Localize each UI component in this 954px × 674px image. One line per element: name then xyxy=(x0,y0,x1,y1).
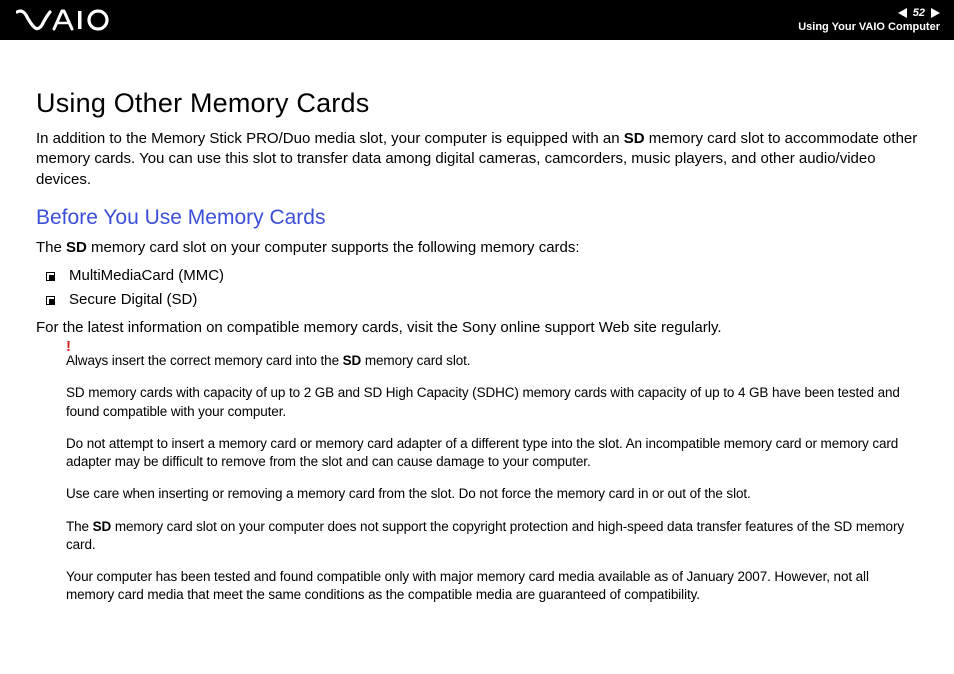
bullet-icon xyxy=(46,296,55,305)
intro-paragraph: In addition to the Memory Stick PRO/Duo … xyxy=(36,129,918,190)
text: memory card slot. xyxy=(361,353,470,368)
list-item: MultiMediaCard (MMC) xyxy=(46,264,918,288)
support-paragraph: The SD memory card slot on your computer… xyxy=(36,238,918,258)
warning-text: SD memory cards with capacity of up to 2… xyxy=(66,384,918,420)
text-bold: SD xyxy=(66,239,87,256)
content-area: Using Other Memory Cards In addition to … xyxy=(0,40,954,604)
next-page-icon[interactable] xyxy=(931,8,940,18)
text: memory card slot on your computer does n… xyxy=(66,519,904,552)
memory-card-list: MultiMediaCard (MMC) Secure Digital (SD) xyxy=(36,264,918,312)
warning-icon: ! xyxy=(66,338,71,355)
text-bold: SD xyxy=(93,519,112,534)
warning-text: The SD memory card slot on your computer… xyxy=(66,518,918,554)
header-right: 52 Using Your VAIO Computer xyxy=(798,7,940,33)
warning-text: Your computer has been tested and found … xyxy=(66,568,918,604)
warning-text: Do not attempt to insert a memory card o… xyxy=(66,435,918,471)
text-bold: SD xyxy=(343,353,362,368)
text: Always insert the correct memory card in… xyxy=(66,353,343,368)
text: memory card slot on your computer suppor… xyxy=(87,239,580,256)
latest-info-paragraph: For the latest information on compatible… xyxy=(36,318,918,338)
text: In addition to the Memory Stick PRO/Duo … xyxy=(36,130,624,147)
warning-block: ! Always insert the correct memory card … xyxy=(36,352,918,604)
page-title: Using Other Memory Cards xyxy=(36,88,918,119)
breadcrumb: Using Your VAIO Computer xyxy=(798,21,940,33)
list-item-label: MultiMediaCard (MMC) xyxy=(69,264,224,288)
text: The xyxy=(36,239,66,256)
vaio-logo xyxy=(16,9,112,31)
page-nav: 52 xyxy=(898,7,940,19)
warning-text: Use care when inserting or removing a me… xyxy=(66,485,918,503)
list-item: Secure Digital (SD) xyxy=(46,288,918,312)
header-bar: 52 Using Your VAIO Computer xyxy=(0,0,954,40)
text-bold: SD xyxy=(624,130,645,147)
list-item-label: Secure Digital (SD) xyxy=(69,288,197,312)
text: The xyxy=(66,519,93,534)
page-number: 52 xyxy=(913,7,925,19)
prev-page-icon[interactable] xyxy=(898,8,907,18)
bullet-icon xyxy=(46,272,55,281)
section-heading: Before You Use Memory Cards xyxy=(36,206,918,230)
warning-text: Always insert the correct memory card in… xyxy=(66,352,918,370)
